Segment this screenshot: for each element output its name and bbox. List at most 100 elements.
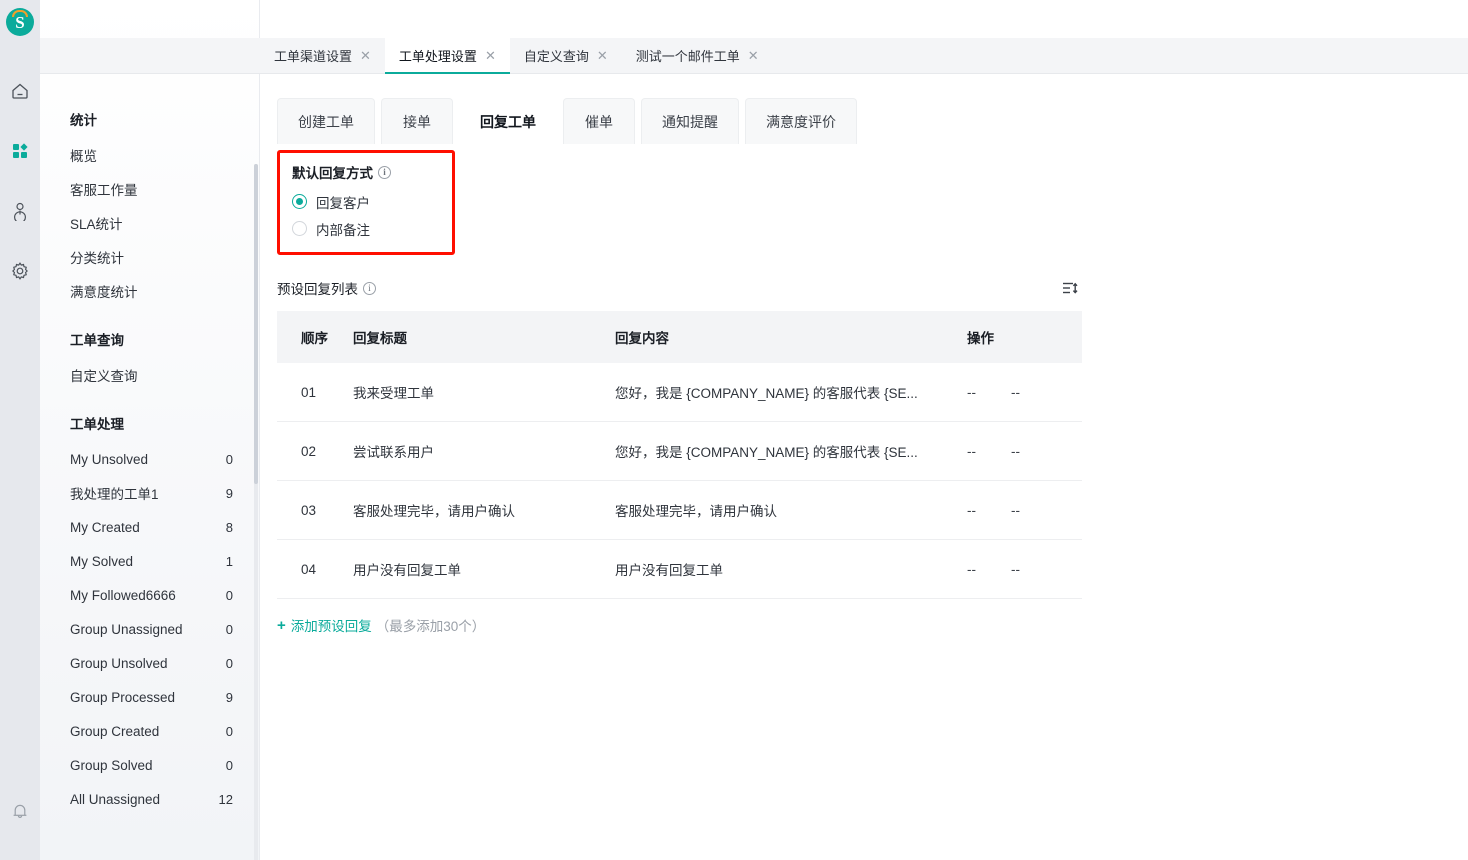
info-icon[interactable]: i (378, 165, 391, 179)
sidebar-item-label: 我处理的工单1 (70, 487, 159, 502)
sidebar-item[interactable]: Group Solved 0 (40, 748, 259, 782)
icon-rail: S (0, 0, 40, 860)
sidebar-item[interactable]: 分类统计 (40, 240, 259, 274)
browser-tab[interactable]: 测试一个邮件工单 ✕ (622, 38, 773, 73)
preset-reply-table: 顺序 回复标题 回复内容 操作 01 我来受理工单 您好，我是 {COMPANY_N… (277, 311, 1082, 599)
table-row[interactable]: 02 尝试联系用户 您好，我是 {COMPANY_NAME} 的客服代表 {SE..… (277, 421, 1082, 481)
sidebar-item-count: 0 (225, 587, 233, 603)
radio-button[interactable] (292, 221, 307, 236)
sidebar-item[interactable]: Group Created 0 (40, 714, 259, 748)
browser-tabs: 工单渠道设置 ✕ 工单处理设置 ✕ 自定义查询 ✕ 测试一个邮件工单 ✕ (260, 38, 773, 74)
sidebar-item[interactable]: My Followed6666 0 (40, 578, 259, 612)
browser-tab-bar: 工单渠道设置 ✕ 工单处理设置 ✕ 自定义查询 ✕ 测试一个邮件工单 ✕ (40, 38, 1468, 74)
table-row[interactable]: 01 我来受理工单 您好，我是 {COMPANY_NAME} 的客服代表 {SE..… (277, 363, 1082, 422)
app-logo[interactable]: S (6, 8, 34, 36)
section-tab[interactable]: 回复工单 (459, 98, 557, 144)
close-icon[interactable]: ✕ (485, 49, 496, 62)
browser-tab-label: 自定义查询 (523, 49, 589, 64)
sidebar-item-label: 自定义查询 (70, 369, 138, 384)
operation-placeholder[interactable]: -- (1011, 385, 1055, 400)
sidebar-item[interactable]: 自定义查询 (40, 358, 259, 392)
sidebar-item-label: Group Unsolved (70, 655, 168, 671)
add-preset-row: + 添加预设回复 （最多添加30个） (277, 615, 1468, 635)
cell-operations: -- -- (967, 421, 1082, 481)
sidebar-item[interactable]: Group Processed 9 (40, 680, 259, 714)
apps-icon[interactable] (0, 136, 40, 166)
sidebar-item[interactable]: SLA统计 (40, 206, 259, 240)
sidebar-item[interactable]: Group Unassigned 0 (40, 612, 259, 646)
sidebar-item-label: My Followed6666 (70, 587, 176, 603)
sidebar-item[interactable]: My Unsolved 0 (40, 442, 259, 476)
add-preset-button[interactable]: + 添加预设回复 (277, 615, 372, 635)
cell-body: 用户没有回复工单 (615, 539, 967, 599)
sidebar-item-label: SLA统计 (70, 217, 123, 232)
section-tab[interactable]: 满意度评价 (745, 98, 857, 144)
sidebar-item[interactable]: My Created 8 (40, 510, 259, 544)
browser-tab[interactable]: 工单渠道设置 ✕ (260, 38, 385, 73)
operation-placeholder[interactable]: -- (1011, 562, 1055, 577)
cell-operations: -- -- (967, 480, 1082, 540)
operation-placeholder[interactable]: -- (1011, 444, 1055, 459)
col-header-seq: 顺序 (277, 311, 353, 363)
preset-list-label-row: 预设回复列表 i (277, 278, 376, 298)
sidebar-item[interactable]: 我处理的工单1 9 (40, 476, 259, 510)
close-icon[interactable]: ✕ (597, 49, 608, 62)
operation-placeholder[interactable]: -- (1011, 503, 1055, 518)
radio-option[interactable]: 回复客户 (292, 188, 440, 215)
sidebar-item[interactable]: All Unassigned 12 (40, 782, 259, 816)
section-tab[interactable]: 创建工单 (277, 98, 375, 144)
sidebar-item[interactable]: Group Unsolved 0 (40, 646, 259, 680)
bell-icon[interactable] (0, 796, 40, 826)
cell-seq: 01 (277, 363, 353, 422)
sort-button[interactable] (1057, 275, 1083, 301)
home-icon[interactable] (0, 76, 40, 106)
settings-panel: 默认回复方式 i 回复客户 内部备注 预设回复列表 i 顺序 回复标题 回复内容… (260, 144, 1468, 635)
sidebar-scrollbar-thumb[interactable] (254, 164, 258, 484)
add-preset-label: 添加预设回复 (290, 619, 372, 634)
sidebar-item-label: Group Solved (70, 757, 153, 773)
section-tab-bar: 创建工单 接单 回复工单 催单 通知提醒 满意度评价 (260, 74, 1468, 144)
browser-tab[interactable]: 工单处理设置 ✕ (384, 38, 510, 74)
section-tab[interactable]: 接单 (381, 98, 453, 144)
sidebar-item-label: 分类统计 (70, 251, 124, 266)
browser-tab[interactable]: 自定义查询 ✕ (510, 38, 622, 73)
gear-icon[interactable] (0, 256, 40, 286)
operation-placeholder[interactable]: -- (967, 385, 1011, 400)
info-icon[interactable]: i (363, 281, 376, 295)
sidebar: 工单中心 刷新 统计概览客服工作量SLA统计分类统计满意度统计工单查询自定义查询… (40, 0, 260, 860)
cell-title: 尝试联系用户 (353, 421, 615, 481)
operation-placeholder[interactable]: -- (967, 444, 1011, 459)
section-tab[interactable]: 通知提醒 (641, 98, 739, 144)
cell-body: 客服处理完毕，请用户确认 (615, 480, 967, 540)
col-header-op: 操作 (967, 311, 1082, 363)
sidebar-item[interactable]: 客服工作量 (40, 172, 259, 206)
radio-label: 内部备注 (316, 222, 370, 238)
preset-list-label: 预设回复列表 (277, 282, 358, 297)
sidebar-item-label: 满意度统计 (70, 285, 138, 300)
operation-placeholder[interactable]: -- (967, 562, 1011, 577)
sidebar-item-label: Group Created (70, 723, 160, 739)
close-icon[interactable]: ✕ (748, 49, 759, 62)
sidebar-item-label: My Created (70, 519, 140, 535)
radio-button[interactable] (292, 194, 307, 209)
table-row[interactable]: 03 客服处理完毕，请用户确认 客服处理完毕，请用户确认 -- -- (277, 480, 1082, 540)
default-reply-highlight-box: 默认回复方式 i 回复客户内部备注 (277, 150, 455, 255)
table-body: 01 我来受理工单 您好，我是 {COMPANY_NAME} 的客服代表 {SE..… (277, 363, 1082, 599)
default-reply-label-row: 默认回复方式 i (292, 162, 440, 182)
operation-placeholder[interactable]: -- (967, 503, 1011, 518)
sidebar-item-count: 0 (225, 451, 233, 467)
close-icon[interactable]: ✕ (360, 49, 371, 62)
main-area: 工单渠道设置 ✕ 工单处理设置 ✕ 自定义查询 ✕ 测试一个邮件工单 ✕ 创建工单 接单 回复工单… (40, 0, 1468, 860)
sidebar-item[interactable]: 满意度统计 (40, 274, 259, 308)
table-row[interactable]: 04 用户没有回复工单 用户没有回复工单 -- -- (277, 539, 1082, 599)
sidebar-item-count: 0 (225, 757, 233, 773)
sidebar-item[interactable]: 概览 (40, 138, 259, 172)
section-tab[interactable]: 催单 (563, 98, 635, 144)
app-root: S 统计 概览 客服工作量 SLA统计 分类统计 满意度统计 工单查询 自定义查… (0, 0, 1468, 860)
sidebar-item-count: 9 (225, 485, 233, 501)
cell-title: 我来受理工单 (353, 363, 615, 422)
sidebar-item[interactable]: My Solved 1 (40, 544, 259, 578)
radio-option[interactable]: 内部备注 (292, 215, 440, 242)
user-icon[interactable] (0, 196, 40, 226)
cell-body: 您好，我是 {COMPANY_NAME} 的客服代表 {SE... (615, 421, 967, 481)
